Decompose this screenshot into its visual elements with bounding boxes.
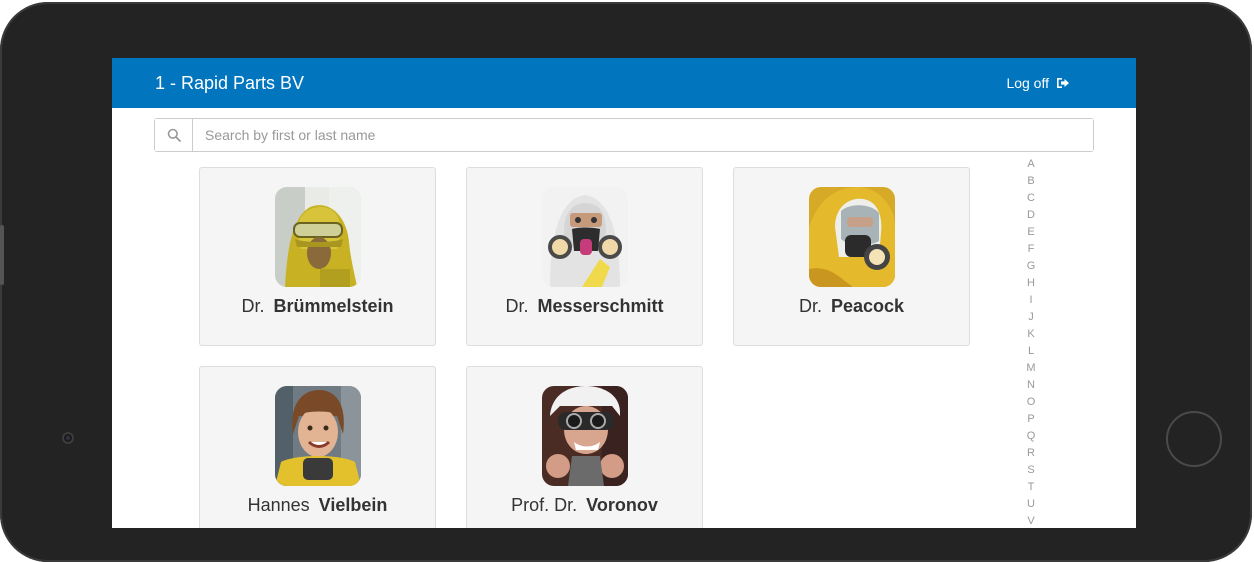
person-surname: Vielbein (318, 495, 388, 515)
alpha-letter-k[interactable]: K (1027, 328, 1034, 345)
person-name: Dr. Brümmelstein (200, 296, 435, 316)
alpha-letter-o[interactable]: O (1027, 396, 1036, 413)
person-photo (542, 386, 628, 486)
alpha-letter-g[interactable]: G (1027, 260, 1036, 277)
logoff-button[interactable]: Log off (1006, 75, 1070, 91)
logout-icon (1057, 78, 1069, 88)
search-icon (155, 119, 193, 151)
person-name: Dr. Messerschmitt (467, 296, 702, 316)
alpha-letter-i[interactable]: I (1029, 294, 1032, 311)
person-prefix: Dr. (798, 296, 822, 316)
person-prefix: Hannes (247, 495, 310, 515)
alpha-letter-m[interactable]: M (1026, 362, 1035, 379)
alpha-letter-s[interactable]: S (1027, 464, 1034, 481)
person-prefix: Dr. (241, 296, 265, 316)
app-title: 1 - Rapid Parts BV (155, 73, 305, 93)
tablet-side-button (0, 225, 4, 285)
alpha-letter-u[interactable]: U (1027, 498, 1035, 515)
top-navbar: 1 - Rapid Parts BV Log off (112, 58, 1136, 108)
person-card-voronov[interactable]: Prof. Dr. Voronov (466, 366, 703, 528)
alpha-letter-h[interactable]: H (1027, 277, 1035, 294)
alpha-letter-d[interactable]: D (1027, 209, 1035, 226)
search-bar (154, 118, 1094, 152)
alpha-letter-f[interactable]: F (1028, 243, 1035, 260)
person-prefix: Dr. (505, 296, 529, 316)
search-input[interactable] (193, 119, 1093, 151)
alpha-letter-l[interactable]: L (1028, 345, 1034, 362)
person-surname: Brümmelstein (273, 296, 394, 316)
person-photo (275, 187, 361, 287)
alpha-letter-b[interactable]: B (1027, 175, 1034, 192)
person-photo (809, 187, 895, 287)
alpha-letter-c[interactable]: C (1027, 192, 1035, 209)
person-card-peacock[interactable]: Dr. Peacock (733, 167, 970, 346)
alpha-letter-j[interactable]: J (1028, 311, 1034, 328)
alpha-letter-q[interactable]: Q (1027, 430, 1036, 447)
person-photo (275, 386, 361, 486)
alphabet-index: A B C D E F G H I J K L M N O P Q R S T … (1024, 158, 1038, 528)
alpha-letter-p[interactable]: P (1027, 413, 1034, 430)
person-card-messerschmitt[interactable]: Dr. Messerschmitt (466, 167, 703, 346)
person-card-brummelstein[interactable]: Dr. Brümmelstein (199, 167, 436, 346)
person-name: Dr. Peacock (734, 296, 969, 316)
person-name: Prof. Dr. Voronov (467, 495, 702, 515)
person-card-vielbein[interactable]: Hannes Vielbein (199, 366, 436, 528)
person-prefix: Prof. Dr. (511, 495, 578, 515)
app-screen: 1 - Rapid Parts BV Log off Search by fir… (112, 58, 1136, 528)
alpha-letter-r[interactable]: R (1027, 447, 1035, 464)
alpha-letter-e[interactable]: E (1027, 226, 1034, 243)
person-photo (542, 187, 628, 287)
person-name: Hannes Vielbein (200, 495, 435, 515)
alpha-letter-t[interactable]: T (1028, 481, 1035, 498)
person-surname: Messerschmitt (537, 296, 664, 316)
logoff-label: Log off (1006, 75, 1049, 91)
home-button[interactable] (1166, 411, 1222, 467)
person-surname: Voronov (586, 495, 658, 515)
person-surname: Peacock (830, 296, 905, 316)
alpha-letter-a[interactable]: A (1027, 158, 1034, 175)
alpha-letter-n[interactable]: N (1027, 379, 1035, 396)
camera-icon (62, 432, 74, 444)
